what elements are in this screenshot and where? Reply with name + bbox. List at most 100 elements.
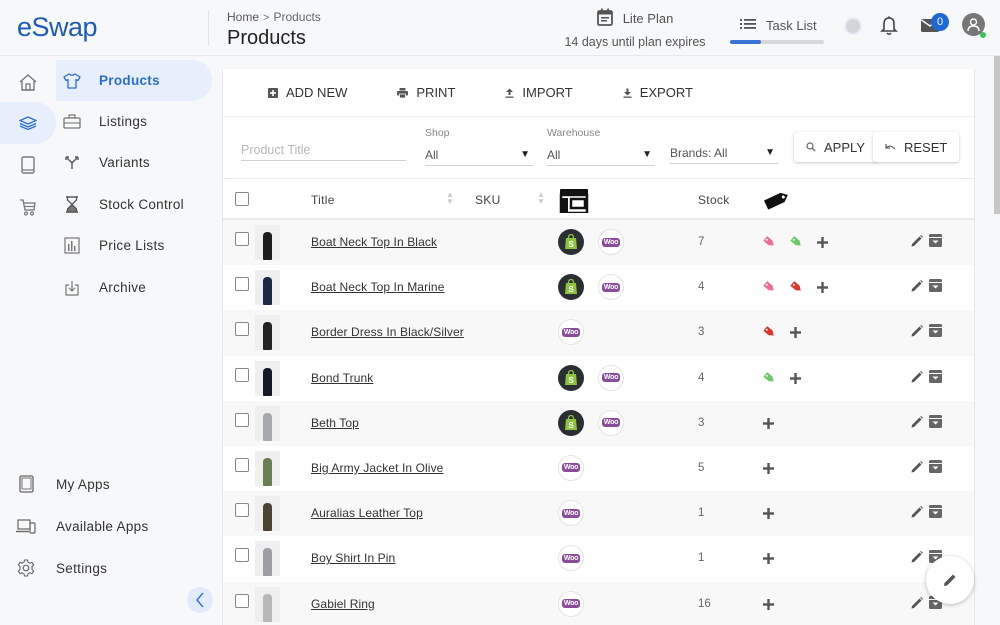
breadcrumb-home[interactable]: Home xyxy=(227,10,259,24)
column-title[interactable]: Title xyxy=(311,193,335,207)
add-new-button[interactable]: ADD NEW xyxy=(268,85,347,100)
sidebar-item-stock-control[interactable]: Stock Control xyxy=(56,184,212,225)
edit-icon[interactable] xyxy=(911,550,923,568)
warehouse-select[interactable]: Warehouse All ▼ xyxy=(547,127,655,166)
column-sku[interactable]: SKU xyxy=(475,193,501,207)
collapse-sidebar-button[interactable] xyxy=(187,587,213,613)
product-tag-icon[interactable] xyxy=(763,235,776,253)
table-row[interactable]: Boy Shirt In Pin Woo 1 xyxy=(223,536,974,582)
add-tag-icon[interactable] xyxy=(817,235,828,253)
page-scrollbar[interactable] xyxy=(994,56,1000,214)
edit-icon[interactable] xyxy=(911,279,923,297)
status-indicator[interactable] xyxy=(846,19,860,33)
woocommerce-icon[interactable]: Woo xyxy=(598,229,624,255)
sidebar-item-available-apps[interactable]: Available Apps xyxy=(0,507,200,545)
sidebar-item-settings[interactable]: Settings xyxy=(0,549,200,587)
table-row[interactable]: Beth Top S Woo 3 xyxy=(223,400,974,446)
product-title-link[interactable]: Big Army Jacket In Olive xyxy=(311,461,443,475)
table-row[interactable]: Border Dress In Black/Silver Woo 3 xyxy=(223,310,974,356)
woocommerce-icon[interactable]: Woo xyxy=(558,454,584,481)
table-row[interactable]: Gabiel Ring Woo 16 xyxy=(223,581,974,625)
product-title-link[interactable]: Gabiel Ring xyxy=(311,597,375,611)
table-row[interactable]: Auralias Leather Top Woo 1 xyxy=(223,491,974,537)
import-button[interactable]: IMPORT xyxy=(505,85,573,100)
sidebar-item-my-apps[interactable]: My Apps xyxy=(0,465,200,503)
product-title-link[interactable]: Border Dress In Black/Silver xyxy=(311,325,464,339)
logo[interactable]: eSwap xyxy=(17,12,98,43)
add-tag-icon[interactable] xyxy=(763,597,774,615)
rail-products[interactable] xyxy=(0,102,56,144)
shopify-icon[interactable]: S xyxy=(558,409,584,436)
plan-info[interactable]: Lite Plan 14 days until plan expires xyxy=(560,8,710,49)
row-checkbox[interactable] xyxy=(235,322,249,337)
sort-sku-icon[interactable]: ▲ ▼ xyxy=(537,191,545,206)
table-row[interactable]: Big Army Jacket In Olive Woo 5 xyxy=(223,445,974,492)
add-tag-icon[interactable] xyxy=(817,280,828,298)
edit-icon[interactable] xyxy=(911,596,923,614)
add-tag-icon[interactable] xyxy=(763,461,774,479)
column-stock[interactable]: Stock xyxy=(698,193,730,207)
product-title-link[interactable]: Boat Neck Top In Black xyxy=(311,235,437,249)
edit-icon[interactable] xyxy=(911,234,923,252)
sidebar-item-listings[interactable]: Listings xyxy=(56,101,212,142)
archive-icon[interactable] xyxy=(929,505,942,523)
add-tag-icon[interactable] xyxy=(790,371,801,389)
rail-book[interactable] xyxy=(0,144,56,186)
row-checkbox[interactable] xyxy=(235,277,249,292)
product-tag-icon[interactable] xyxy=(763,371,776,389)
row-checkbox[interactable] xyxy=(235,232,249,246)
archive-icon[interactable] xyxy=(929,459,942,478)
edit-icon[interactable] xyxy=(911,505,923,523)
woocommerce-icon[interactable]: Woo xyxy=(558,590,584,617)
product-tag-icon[interactable] xyxy=(763,325,776,343)
woocommerce-icon[interactable]: Woo xyxy=(598,409,624,436)
shopify-icon[interactable]: S xyxy=(558,274,584,301)
table-row[interactable]: Bond Trunk S Woo 4 xyxy=(223,355,974,401)
select-all-checkbox[interactable] xyxy=(235,192,249,206)
table-row[interactable]: Boat Neck Top In Marine S Woo 4 xyxy=(223,265,974,311)
product-title-link[interactable]: Auralias Leather Top xyxy=(311,506,423,520)
archive-icon[interactable] xyxy=(929,234,942,252)
edit-icon[interactable] xyxy=(911,460,923,478)
product-title-input[interactable] xyxy=(241,139,406,161)
bell-icon[interactable] xyxy=(880,16,898,41)
product-title-link[interactable]: Beth Top xyxy=(311,416,359,430)
edit-icon[interactable] xyxy=(911,370,923,388)
shop-select[interactable]: Shop All ▼ xyxy=(425,127,533,166)
woocommerce-icon[interactable]: Woo xyxy=(598,364,624,391)
sidebar-item-price-lists[interactable]: Price Lists xyxy=(56,225,212,266)
brands-select[interactable]: Brands: All ▼ xyxy=(670,142,778,164)
edit-icon[interactable] xyxy=(911,324,923,342)
woocommerce-icon[interactable]: Woo xyxy=(598,274,624,301)
add-tag-icon[interactable] xyxy=(763,416,774,434)
shopify-icon[interactable]: S xyxy=(558,364,584,391)
row-checkbox[interactable] xyxy=(235,367,249,382)
archive-icon[interactable] xyxy=(929,279,942,297)
product-tag-icon[interactable] xyxy=(790,280,803,298)
product-title-link[interactable]: Bond Trunk xyxy=(311,371,373,385)
add-tag-icon[interactable] xyxy=(763,551,774,569)
archive-icon[interactable] xyxy=(929,414,942,433)
product-title-link[interactable]: Boy Shirt In Pin xyxy=(311,551,395,565)
print-button[interactable]: PRINT xyxy=(397,85,455,100)
woocommerce-icon[interactable]: Woo xyxy=(558,545,584,572)
product-title-link[interactable]: Boat Neck Top In Marine xyxy=(311,280,444,294)
row-checkbox[interactable] xyxy=(235,457,249,472)
reset-button[interactable]: RESET xyxy=(873,132,960,162)
edit-fab-button[interactable] xyxy=(926,556,974,604)
sort-title-icon[interactable]: ▲ ▼ xyxy=(446,191,454,206)
archive-icon[interactable] xyxy=(929,324,942,342)
task-list-button[interactable]: Task List xyxy=(730,18,825,44)
woocommerce-icon[interactable]: Woo xyxy=(558,500,584,527)
export-button[interactable]: EXPORT xyxy=(623,85,693,100)
apply-button[interactable]: APPLY xyxy=(794,132,877,162)
rail-home[interactable] xyxy=(0,61,56,103)
product-tag-icon[interactable] xyxy=(790,235,803,253)
woocommerce-icon[interactable]: Woo xyxy=(558,319,584,346)
row-checkbox[interactable] xyxy=(235,503,249,518)
row-checkbox[interactable] xyxy=(235,548,249,563)
sidebar-item-products[interactable]: Products xyxy=(56,60,212,101)
row-checkbox[interactable] xyxy=(235,412,249,427)
add-tag-icon[interactable] xyxy=(790,325,801,343)
rail-cart[interactable] xyxy=(0,186,56,228)
